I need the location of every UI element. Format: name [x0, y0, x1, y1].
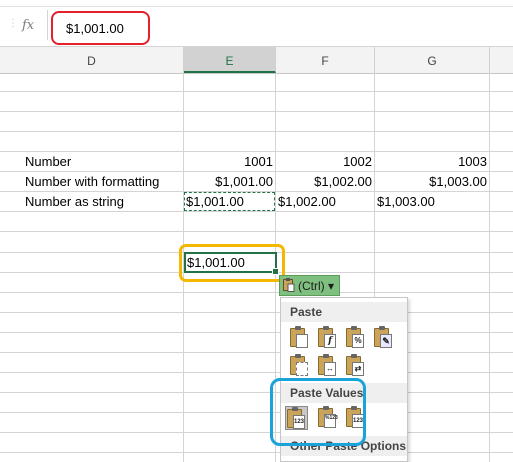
- formula-bar: ⋮ fx $1,001.00: [0, 0, 513, 47]
- clipboard-icon: [283, 278, 295, 292]
- active-cell-highlight: [179, 244, 285, 282]
- paste-options-button[interactable]: (Ctrl) ▾: [279, 275, 340, 296]
- no-borders-icon[interactable]: [289, 354, 312, 378]
- cell-g-string[interactable]: $1,003.00: [377, 192, 435, 212]
- column-header-e[interactable]: E: [184, 47, 276, 73]
- column-header-f[interactable]: F: [276, 47, 375, 73]
- cell-g-formatting[interactable]: $1,003.00: [375, 172, 487, 192]
- formula-highlight: [51, 11, 150, 45]
- cell-label-string[interactable]: Number as string: [25, 192, 124, 212]
- column-header: D E F G: [0, 47, 513, 74]
- ribbon-divider: [0, 6, 513, 7]
- paste-values-highlight: [270, 378, 366, 446]
- cell-e-number[interactable]: 1001: [184, 152, 273, 172]
- paste-formulas-icon[interactable]: f: [317, 326, 340, 350]
- paste-options-label: (Ctrl) ▾: [298, 279, 335, 293]
- column-header-d[interactable]: D: [0, 47, 184, 73]
- cell-g-number[interactable]: 1003: [375, 152, 487, 172]
- cell-e-formatting[interactable]: $1,001.00: [184, 172, 273, 192]
- cell-label-formatting[interactable]: Number with formatting: [25, 172, 159, 192]
- keep-source-formatting-icon[interactable]: ✎: [373, 326, 396, 350]
- cell-f-number[interactable]: 1002: [276, 152, 372, 172]
- paste-icon[interactable]: [289, 326, 312, 350]
- cell-f-formatting[interactable]: $1,002.00: [276, 172, 372, 192]
- transpose-icon[interactable]: ⇄: [345, 354, 368, 378]
- paste-formulas-number-formatting-icon[interactable]: %: [345, 326, 368, 350]
- column-header-g[interactable]: G: [375, 47, 490, 73]
- cell-f-string[interactable]: $1,002.00: [278, 192, 336, 212]
- keep-source-column-widths-icon[interactable]: ↔: [317, 354, 340, 378]
- copy-marquee: [184, 192, 275, 211]
- paste-header: Paste: [281, 302, 407, 322]
- formula-bar-grip: ⋮: [8, 18, 18, 29]
- cell-label-number[interactable]: Number: [25, 152, 71, 172]
- insert-function-icon[interactable]: fx: [22, 18, 46, 38]
